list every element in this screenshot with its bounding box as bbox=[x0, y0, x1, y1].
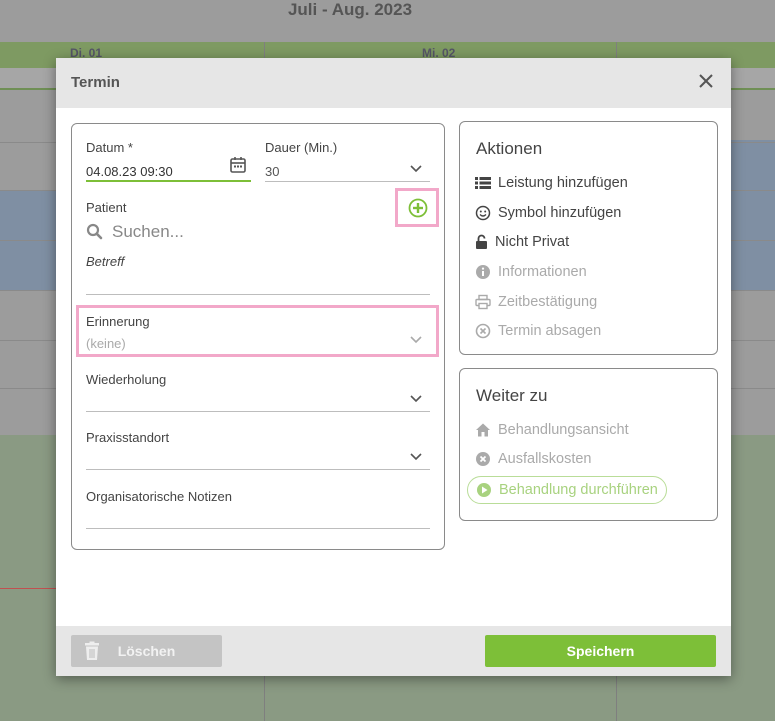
leistung-hinzufuegen-action[interactable]: Leistung hinzufügen bbox=[475, 175, 628, 191]
calendar-icon[interactable] bbox=[229, 156, 247, 174]
wiederholung-label: Wiederholung bbox=[86, 372, 167, 387]
smiley-icon bbox=[475, 205, 491, 221]
highlight-add-patient bbox=[395, 188, 439, 227]
praxisstandort-select[interactable] bbox=[86, 444, 430, 468]
informationen-action[interactable]: Informationen bbox=[475, 264, 587, 280]
play-circle-icon bbox=[477, 483, 491, 497]
delete-button-label: Löschen bbox=[117, 643, 176, 659]
patient-label: Patient bbox=[86, 200, 127, 215]
nicht-privat-action[interactable]: Nicht Privat bbox=[475, 234, 569, 250]
list-icon bbox=[475, 177, 491, 189]
search-icon bbox=[86, 223, 103, 240]
dauer-label: Dauer (Min.) bbox=[265, 140, 338, 155]
dauer-select[interactable]: 30 bbox=[265, 164, 279, 179]
highlight-erinnerung bbox=[76, 305, 439, 357]
info-icon bbox=[476, 265, 490, 279]
datum-label: Datum * bbox=[86, 140, 133, 155]
calendar-period-title: Juli - Aug. 2023 bbox=[287, 0, 413, 19]
weiter-zu-title: Weiter zu bbox=[476, 386, 548, 405]
cancel-circle-icon bbox=[476, 452, 490, 466]
chevron-down-icon[interactable] bbox=[409, 161, 423, 175]
chevron-down-icon[interactable] bbox=[409, 449, 423, 463]
print-icon bbox=[475, 294, 491, 310]
behandlung-durchfuehren-button[interactable]: Behandlung durchführen bbox=[467, 476, 667, 504]
notizen-input[interactable] bbox=[86, 504, 430, 528]
termin-absagen-action[interactable]: Termin absagen bbox=[475, 323, 601, 339]
ausfallskosten-link[interactable]: Ausfallskosten bbox=[475, 451, 592, 467]
dialog-header: Termin bbox=[56, 58, 731, 108]
aktionen-panel: Aktionen Leistung hinzufügen Symbol hinz… bbox=[459, 121, 718, 355]
delete-button[interactable]: Löschen bbox=[71, 635, 222, 667]
trash-icon bbox=[85, 641, 99, 660]
save-button[interactable]: Speichern bbox=[485, 635, 716, 667]
symbol-hinzufuegen-action[interactable]: Symbol hinzufügen bbox=[475, 205, 621, 221]
aktionen-title: Aktionen bbox=[476, 139, 543, 158]
chevron-down-icon[interactable] bbox=[409, 391, 423, 405]
dialog-footer: Löschen Speichern bbox=[56, 626, 731, 676]
patient-search-input[interactable]: Suchen... bbox=[112, 222, 184, 242]
weiter-zu-panel: Weiter zu Behandlungsansicht Ausfallskos… bbox=[459, 368, 718, 521]
save-button-label: Speichern bbox=[566, 643, 635, 659]
datum-field[interactable]: 04.08.23 09:30 bbox=[86, 164, 173, 179]
cancel-circle-icon bbox=[475, 323, 491, 339]
betreff-input[interactable]: Betreff bbox=[86, 254, 124, 269]
wiederholung-select[interactable] bbox=[86, 386, 430, 410]
dialog-title: Termin bbox=[71, 74, 120, 91]
behandlungsansicht-link[interactable]: Behandlungsansicht bbox=[475, 422, 629, 438]
unlock-icon bbox=[476, 234, 487, 249]
zeitbestaetigung-action[interactable]: Zeitbestätigung bbox=[475, 294, 597, 310]
home-icon bbox=[476, 423, 490, 437]
appointment-dialog: Termin Datum * 04.08.23 09:30 Dauer (Min… bbox=[56, 58, 731, 676]
notizen-label: Organisatorische Notizen bbox=[86, 489, 232, 504]
close-icon[interactable] bbox=[695, 70, 717, 92]
praxisstandort-label: Praxisstandort bbox=[86, 430, 170, 445]
datum-underline bbox=[86, 180, 251, 182]
